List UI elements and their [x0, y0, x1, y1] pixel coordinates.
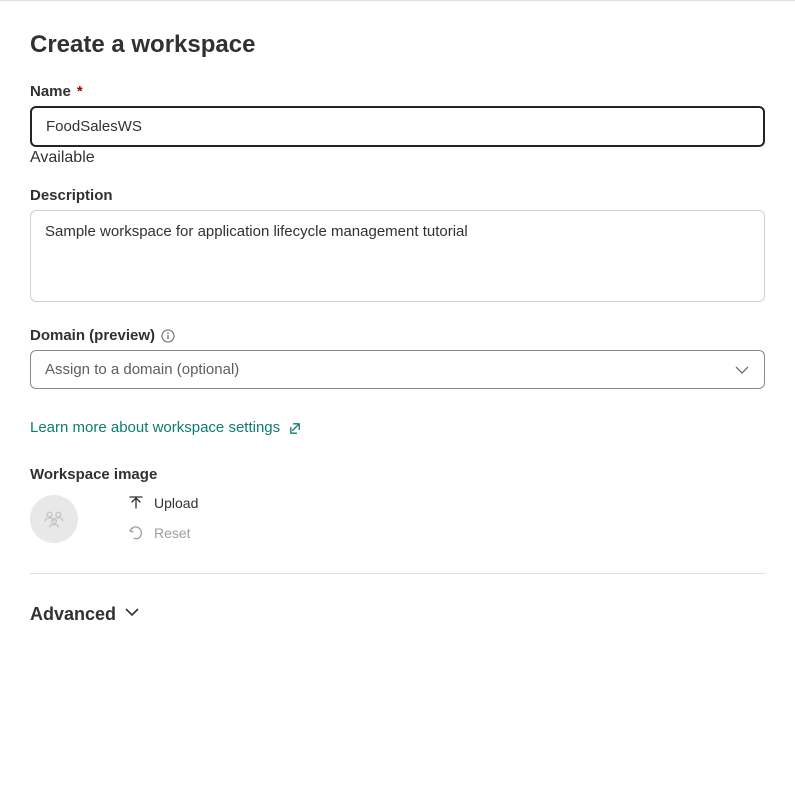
- required-asterisk: *: [77, 83, 83, 100]
- name-availability-text: Available: [30, 149, 765, 167]
- upload-button[interactable]: Upload: [128, 495, 198, 511]
- reset-button: Reset: [128, 525, 198, 541]
- domain-label: Domain (preview): [30, 327, 765, 344]
- workspace-image-label: Workspace image: [30, 466, 765, 483]
- workspace-image-label-text: Workspace image: [30, 466, 157, 483]
- reset-label: Reset: [154, 525, 191, 541]
- info-icon[interactable]: [161, 329, 175, 343]
- upload-icon: [128, 495, 144, 511]
- workspace-image-row: Upload Reset: [30, 495, 765, 543]
- divider: [30, 573, 765, 574]
- domain-field-group: Domain (preview) Assign to a domain (opt…: [30, 327, 765, 389]
- description-field-group: Description Sample workspace for applica…: [30, 187, 765, 307]
- domain-select[interactable]: Assign to a domain (optional): [30, 350, 765, 389]
- advanced-toggle[interactable]: Advanced: [30, 604, 140, 625]
- domain-placeholder-text: Assign to a domain (optional): [45, 361, 239, 378]
- domain-label-text: Domain (preview): [30, 327, 155, 344]
- reset-icon: [128, 525, 144, 541]
- people-icon: [41, 506, 67, 532]
- chevron-down-icon: [734, 362, 750, 378]
- name-input[interactable]: [30, 106, 765, 147]
- workspace-image-section: Workspace image Upload: [30, 466, 765, 543]
- learn-more-link[interactable]: Learn more about workspace settings: [30, 419, 302, 436]
- learn-more-text: Learn more about workspace settings: [30, 419, 280, 436]
- upload-label: Upload: [154, 495, 198, 511]
- description-label: Description: [30, 187, 765, 204]
- name-field-group: Name * Available: [30, 83, 765, 167]
- name-label-text: Name: [30, 83, 71, 100]
- description-input[interactable]: Sample workspace for application lifecyc…: [30, 210, 765, 302]
- page-title: Create a workspace: [30, 31, 765, 59]
- chevron-down-icon: [124, 604, 140, 625]
- workspace-image-actions: Upload Reset: [128, 495, 198, 541]
- advanced-label: Advanced: [30, 604, 116, 625]
- workspace-avatar-placeholder: [30, 495, 78, 543]
- description-label-text: Description: [30, 187, 113, 204]
- external-link-icon: [288, 421, 302, 435]
- name-label: Name *: [30, 83, 765, 100]
